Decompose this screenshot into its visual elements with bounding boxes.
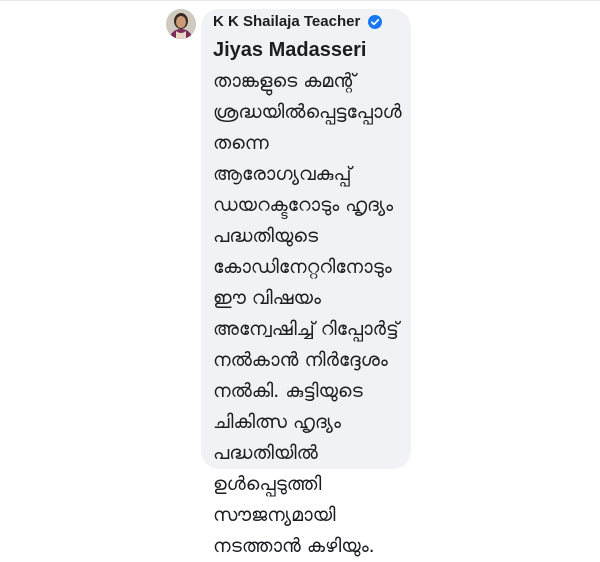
comment-text-line: ഉൾപ്പെടുത്തി	[213, 473, 322, 495]
comment-text-line: പദ്ധതിയുടെ	[213, 225, 319, 247]
comment-text-line: ഡയറക്ടറോടും ഹൃദ്യം	[213, 194, 394, 216]
comment-text-line: കോഡിനേറ്ററിനോടും	[213, 256, 392, 278]
comment-text: താങ്കളുടെ കമന്റ് ശ്രദ്ധയിൽപ്പെട്ടപ്പോൾ ത…	[213, 66, 409, 562]
comment-text-line: തന്നെ	[213, 132, 269, 154]
comment-text-line: പദ്ധതിയിൽ	[213, 442, 318, 464]
comment-text-line: അന്വേഷിച്ച് റിപ്പോർട്ട്	[213, 318, 399, 340]
comment-text-line: ഈ വിഷയം	[213, 287, 321, 309]
comment-text-line: ചികിത്സ ഹൃദ്യം	[213, 411, 341, 433]
comment-text-line: നൽകാൻ നിർദ്ദേശം	[213, 349, 388, 371]
comment-text-line: താങ്കളുടെ കമന്റ്	[213, 70, 356, 92]
top-divider	[0, 0, 600, 1]
comment-author-name[interactable]: K K Shailaja Teacher	[213, 13, 360, 31]
comment-text-line: ആരോഗ്യവകുപ്പ്	[213, 163, 352, 185]
profile-photo-icon	[166, 9, 196, 39]
comment-text-line: നൽകി. കുട്ടിയുടെ	[213, 380, 363, 402]
author-avatar[interactable]	[166, 9, 196, 39]
mentioned-user[interactable]: Jiyas Madasseri	[213, 38, 366, 62]
comment-text-line: ശ്രദ്ധയിൽപ്പെട്ടപ്പോൾ	[213, 101, 402, 123]
verified-badge-icon	[368, 15, 382, 29]
comment-text-line: നടത്താൻ കഴിയും.	[213, 535, 375, 557]
comment-text-line: സൗജന്യമായി	[213, 504, 336, 526]
